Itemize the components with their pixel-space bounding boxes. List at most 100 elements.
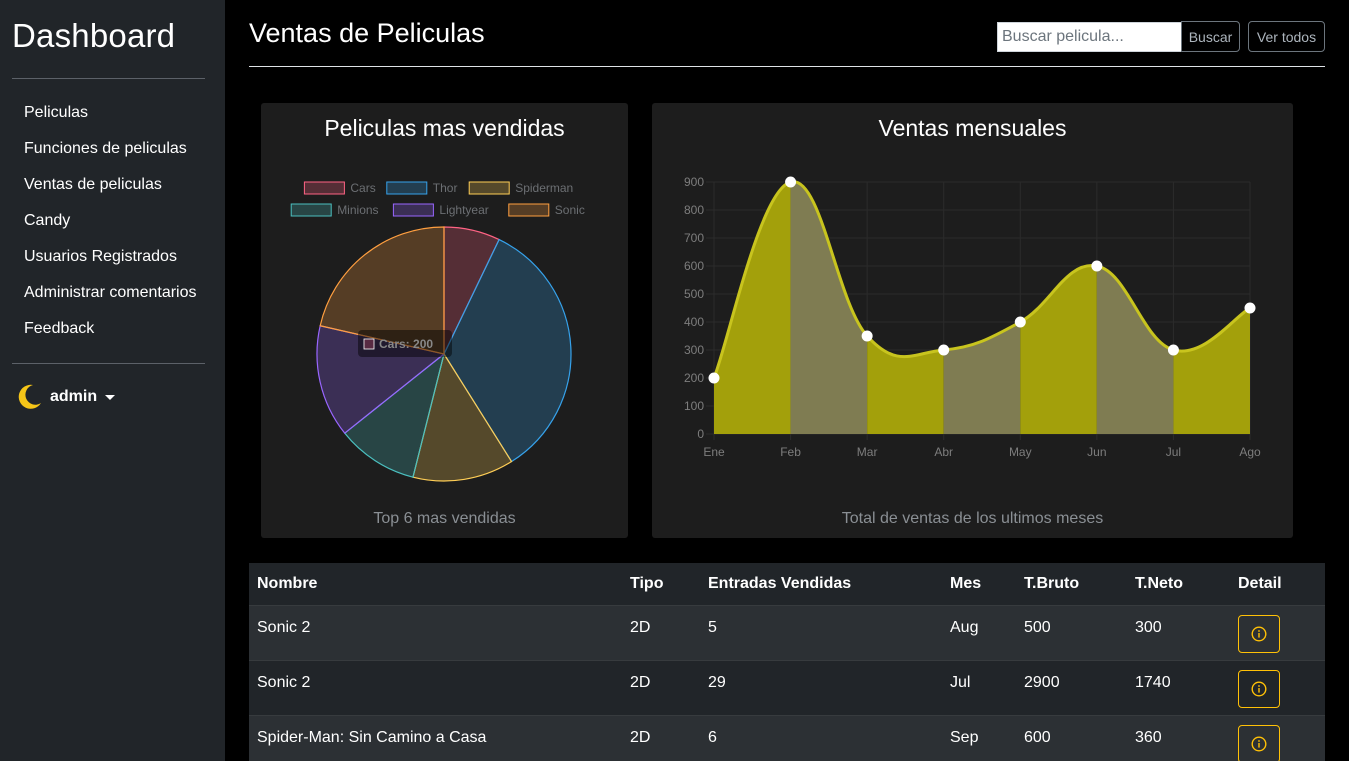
data-point — [1167, 344, 1179, 356]
area-segment — [714, 182, 791, 434]
table-header-row: Nombre Tipo Entradas Vendidas Mes T.Brut… — [249, 563, 1325, 606]
x-tick-label: Mar — [857, 445, 878, 459]
cell-nombre: Sonic 2 — [249, 660, 622, 716]
detail-button[interactable] — [1238, 614, 1280, 653]
legend-swatch — [290, 203, 332, 217]
legend-label: Thor — [433, 181, 458, 195]
legend-swatch — [468, 181, 510, 195]
cell-detail — [1230, 715, 1325, 761]
x-tick-label: Abr — [934, 445, 953, 459]
table-row: Spider-Man: Sin Camino a Casa 2D 6 Sep 6… — [249, 715, 1325, 761]
search-button[interactable]: Buscar — [1181, 21, 1240, 52]
x-tick-label: Feb — [780, 445, 801, 459]
sidebar-divider — [12, 78, 205, 79]
cell-entradas: 5 — [700, 605, 942, 661]
data-point — [861, 330, 873, 342]
detail-button[interactable] — [1238, 724, 1280, 761]
cell-tbruto: 500 — [1016, 605, 1127, 661]
area-chart-card: Ventas mensuales 0 100 200 300 400 500 600 700 8… — [652, 103, 1293, 538]
legend-label: Cars — [350, 181, 375, 195]
legend-label: Sonic — [555, 203, 585, 217]
cell-entradas: 29 — [700, 660, 942, 716]
view-all-button[interactable]: Ver todos — [1248, 21, 1325, 52]
col-header-tbruto: T.Bruto — [1016, 563, 1127, 606]
legend-label: Minions — [337, 203, 378, 217]
brand-title: Dashboard — [12, 17, 176, 54]
info-icon — [1251, 735, 1267, 752]
pie-chart-card: Peliculas mas vendidas Cars Thor Spiderman… — [261, 103, 628, 538]
area-segment — [943, 322, 1021, 434]
y-tick-label: 0 — [697, 427, 704, 441]
pie-chart-title: Peliculas mas vendidas — [324, 115, 565, 141]
data-point — [708, 372, 720, 384]
table-row: Sonic 2 2D 5 Aug 500 300 — [249, 605, 1325, 661]
col-header-detail: Detail — [1230, 563, 1325, 606]
info-icon — [1251, 680, 1267, 697]
pie-chart[interactable]: Cars Thor Spiderman Minions Lightyear Sonic Ca… — [261, 163, 628, 543]
x-tick-label: Ene — [703, 445, 725, 459]
main-content: Ventas de Peliculas Buscar Ver todos Pel… — [225, 0, 1349, 761]
sales-table-container: Nombre Tipo Entradas Vendidas Mes T.Brut… — [249, 563, 1325, 761]
cell-tbruto: 600 — [1016, 715, 1127, 761]
sidebar-divider — [12, 363, 205, 364]
sidebar-item-candy[interactable]: Candy — [24, 208, 197, 244]
area-chart-footer: Total de ventas de los ultimos meses — [841, 510, 1104, 527]
data-point — [1091, 260, 1103, 272]
y-tick-label: 900 — [684, 175, 704, 189]
sidebar-item-peliculas[interactable]: Peliculas — [24, 100, 197, 136]
table-row: Sonic 2 2D 29 Jul 2900 1740 — [249, 660, 1325, 716]
x-tick-label: May — [1009, 445, 1032, 459]
data-point — [785, 176, 797, 188]
col-header-mes: Mes — [942, 563, 1016, 606]
legend-swatch — [303, 181, 345, 195]
pie-chart-footer: Top 6 mas vendidas — [373, 510, 516, 527]
y-tick-label: 700 — [684, 231, 704, 245]
cell-tipo: 2D — [622, 605, 700, 661]
tooltip-text: Cars: 200 — [379, 337, 433, 351]
legend-swatch — [508, 203, 550, 217]
search-input[interactable] — [997, 22, 1182, 52]
cell-detail — [1230, 660, 1325, 716]
sidebar: Dashboard Peliculas Funciones de pelicul… — [0, 0, 225, 761]
sidebar-item-comentarios[interactable]: Administrar comentarios — [24, 280, 197, 316]
sidebar-item-feedback[interactable]: Feedback — [24, 316, 197, 352]
y-tick-label: 100 — [684, 399, 704, 413]
area-chart-title: Ventas mensuales — [878, 115, 1067, 141]
data-point — [1014, 316, 1026, 328]
area-chart[interactable]: 0 100 200 300 400 500 600 700 800 900 Ene Feb Mar Abr… — [652, 163, 1293, 483]
cell-nombre: Spider-Man: Sin Camino a Casa — [249, 715, 622, 761]
header-divider — [249, 66, 1325, 67]
col-header-nombre: Nombre — [249, 563, 622, 606]
cell-mes: Sep — [942, 715, 1016, 761]
sidebar-nav: Peliculas Funciones de peliculas Ventas … — [24, 100, 197, 352]
y-tick-label: 800 — [684, 203, 704, 217]
user-menu[interactable]: admin — [14, 382, 116, 412]
y-tick-label: 500 — [684, 287, 704, 301]
chevron-down-icon — [105, 394, 116, 400]
sidebar-item-ventas[interactable]: Ventas de peliculas — [24, 172, 197, 208]
legend-swatch — [386, 181, 428, 195]
tooltip-swatch — [363, 338, 375, 350]
y-tick-label: 300 — [684, 343, 704, 357]
cell-tipo: 2D — [622, 715, 700, 761]
detail-button[interactable] — [1238, 669, 1280, 708]
cell-tneto: 300 — [1127, 605, 1230, 661]
y-tick-label: 200 — [684, 371, 704, 385]
sidebar-item-usuarios[interactable]: Usuarios Registrados — [24, 244, 197, 280]
legend-label: Lightyear — [439, 203, 488, 217]
user-name: admin — [50, 388, 98, 405]
legend-label: Spiderman — [515, 181, 573, 195]
cell-tipo: 2D — [622, 660, 700, 716]
info-icon — [1251, 625, 1267, 642]
sidebar-item-funciones[interactable]: Funciones de peliculas — [24, 136, 197, 172]
page-title: Ventas de Peliculas — [249, 18, 485, 48]
area-segment — [1020, 265, 1097, 434]
sales-table: Nombre Tipo Entradas Vendidas Mes T.Brut… — [249, 563, 1325, 761]
cell-tneto: 1740 — [1127, 660, 1230, 716]
y-tick-label: 600 — [684, 259, 704, 273]
cell-detail — [1230, 605, 1325, 661]
cell-entradas: 6 — [700, 715, 942, 761]
data-point — [1244, 302, 1256, 314]
x-tick-label: Jul — [1166, 445, 1181, 459]
area-segment — [790, 181, 868, 434]
